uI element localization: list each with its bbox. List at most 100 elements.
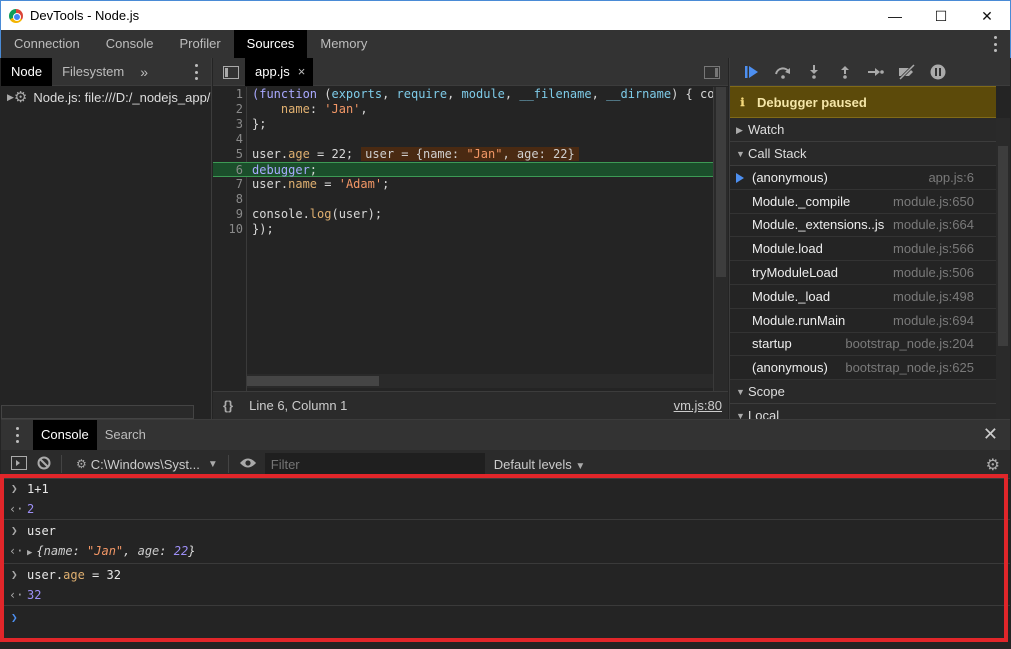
code-area[interactable]: 1 (function (exports, require, module, __…	[213, 87, 722, 417]
tab-console[interactable]: Console	[93, 30, 167, 58]
call-frame[interactable]: Module._compile module.js:650	[730, 190, 996, 214]
editor-horizontal-scrollbar[interactable]	[247, 374, 713, 388]
info-icon: ℹ	[740, 96, 745, 109]
more-options-icon[interactable]	[994, 36, 998, 52]
expand-arrow-icon[interactable]: ▶	[7, 92, 14, 103]
file-tab-app-js[interactable]: app.js ×	[245, 57, 314, 86]
tree-item-label: Node.js: file:///D:/_nodejs_app/app.js	[33, 89, 211, 105]
call-frame[interactable]: Module._load module.js:498	[730, 285, 996, 309]
section-label: Call Stack	[748, 145, 807, 161]
call-frame[interactable]: (anonymous) app.js:6	[730, 166, 996, 190]
console-command: user.age = 32	[27, 568, 121, 582]
live-expression-eye-icon[interactable]	[239, 456, 257, 472]
navigator-tabs: Node Filesystem »	[1, 57, 211, 86]
drawer-tab-console[interactable]: Console	[33, 420, 97, 450]
call-frame[interactable]: Module.load module.js:566	[730, 237, 996, 262]
pause-on-exceptions-icon[interactable]	[922, 58, 953, 86]
frame-location: module.js:566	[893, 241, 974, 257]
tab-memory[interactable]: Memory	[307, 30, 380, 58]
console-drawer: Console Search ✕ ⚙ C:\Windows\Syst... ▼ …	[1, 419, 1010, 648]
call-frame[interactable]: startup bootstrap_node.js:204	[730, 333, 996, 357]
toggle-debugger-icon[interactable]	[704, 66, 720, 79]
line-number[interactable]: 1	[213, 87, 243, 102]
minimize-button[interactable]: —	[872, 1, 918, 31]
maximize-button[interactable]: ☐	[918, 1, 964, 31]
line-number[interactable]: 4	[213, 132, 243, 147]
step-over-icon[interactable]	[767, 58, 798, 86]
tab-node[interactable]: Node	[1, 57, 53, 86]
console-command: 1+1	[27, 482, 49, 496]
pretty-print-button[interactable]: {}	[223, 398, 233, 413]
line-number[interactable]: 6	[213, 163, 243, 178]
debugger-toolbar	[730, 58, 1010, 86]
frame-function: Module._extensions..js	[752, 217, 885, 233]
paused-text: Debugger paused	[757, 94, 867, 110]
execution-context-select[interactable]: ⚙ C:\Windows\Syst... ▼	[76, 457, 218, 472]
close-button[interactable]: ✕	[964, 1, 1010, 31]
line-number[interactable]: 8	[213, 192, 243, 207]
step-into-icon[interactable]	[798, 58, 829, 86]
expand-arrow-icon: ▶	[736, 124, 743, 135]
console-result-entry: ‹· ▶ {name: "Jan", age: 22}	[1, 541, 1010, 564]
call-frame[interactable]: (anonymous) bootstrap_node.js:625	[730, 356, 996, 381]
drawer-tab-search[interactable]: Search	[97, 420, 154, 450]
frame-function: Module._load	[752, 288, 831, 304]
show-sidebar-icon[interactable]	[11, 455, 27, 473]
deactivate-breakpoints-icon[interactable]	[891, 58, 922, 86]
log-levels-dropdown[interactable]: Default levels ▼	[494, 457, 586, 472]
debugger-scrollbar[interactable]	[996, 118, 1010, 419]
clear-console-icon[interactable]	[37, 456, 51, 473]
debugger-paused-banner: ℹ Debugger paused	[730, 86, 996, 118]
step-icon[interactable]	[860, 58, 891, 86]
code-line: 9 console.log(user);	[213, 207, 713, 222]
console-result-entry: ‹· 32	[1, 585, 1010, 606]
call-stack-section-header[interactable]: ▼ Call Stack	[730, 142, 996, 166]
more-tabs-icon[interactable]: »	[134, 64, 154, 80]
console-output[interactable]: ❯ 1+1 ‹· 2 ❯ user ‹· ▶ {name: "Jan", age: 22}…	[1, 479, 1010, 649]
scope-section-header[interactable]: ▼ Scope	[730, 380, 996, 405]
line-number[interactable]: 9	[213, 207, 243, 222]
line-number[interactable]: 10	[213, 222, 243, 237]
line-number[interactable]: 3	[213, 117, 243, 132]
frame-location: module.js:506	[893, 265, 974, 281]
console-prompt[interactable]: ❯	[1, 606, 1010, 626]
filter-input[interactable]	[264, 453, 485, 475]
call-frame[interactable]: tryModuleLoad module.js:506	[730, 261, 996, 285]
line-number[interactable]: 5	[213, 147, 243, 162]
section-label: Watch	[748, 121, 785, 137]
tab-sources[interactable]: Sources	[233, 30, 308, 58]
console-settings-icon[interactable]: ⚙	[986, 455, 1000, 475]
chrome-logo-icon	[9, 8, 23, 23]
tab-filesystem[interactable]: Filesystem	[52, 58, 134, 86]
call-frame[interactable]: Module.runMain module.js:694	[730, 309, 996, 333]
close-drawer-icon[interactable]: ✕	[983, 424, 998, 445]
navigator-scrollbar[interactable]	[1, 405, 194, 419]
collapse-arrow-icon: ▼	[736, 148, 745, 159]
editor-vertical-scrollbar[interactable]	[713, 87, 728, 402]
tab-connection[interactable]: Connection	[1, 30, 93, 58]
tree-item-node-app[interactable]: ▶ ⚙ Node.js: file:///D:/_nodejs_app/app.…	[1, 86, 211, 108]
resume-icon[interactable]	[736, 58, 767, 86]
local-scope-header[interactable]: ▼ Local	[730, 404, 996, 419]
line-number[interactable]: 2	[213, 102, 243, 117]
step-out-icon[interactable]	[829, 58, 860, 86]
result-arrow-icon: ‹·	[9, 588, 24, 602]
navigator-menu-icon[interactable]	[195, 64, 199, 80]
section-label: Scope	[748, 383, 785, 399]
drawer-menu-icon[interactable]	[16, 427, 20, 443]
toggle-navigator-icon[interactable]	[223, 66, 239, 79]
code-line: 3};	[213, 117, 713, 132]
console-result: 32	[27, 588, 42, 602]
cursor-position: Line 6, Column 1	[249, 398, 348, 413]
line-number[interactable]: 7	[213, 177, 243, 192]
collapse-arrow-icon: ▼	[736, 386, 745, 397]
console-command: user	[27, 524, 56, 538]
source-link[interactable]: vm.js:80	[674, 398, 722, 413]
expand-object-icon[interactable]: ▶	[27, 548, 32, 558]
call-frame[interactable]: Module._extensions..js module.js:664	[730, 214, 996, 238]
tab-profiler[interactable]: Profiler	[166, 30, 233, 58]
current-frame-arrow-icon	[736, 173, 744, 183]
close-tab-icon[interactable]: ×	[298, 58, 306, 86]
object-preview[interactable]: {name: "Jan", age: 22}	[36, 544, 195, 558]
watch-section-header[interactable]: ▶ Watch	[730, 118, 996, 142]
